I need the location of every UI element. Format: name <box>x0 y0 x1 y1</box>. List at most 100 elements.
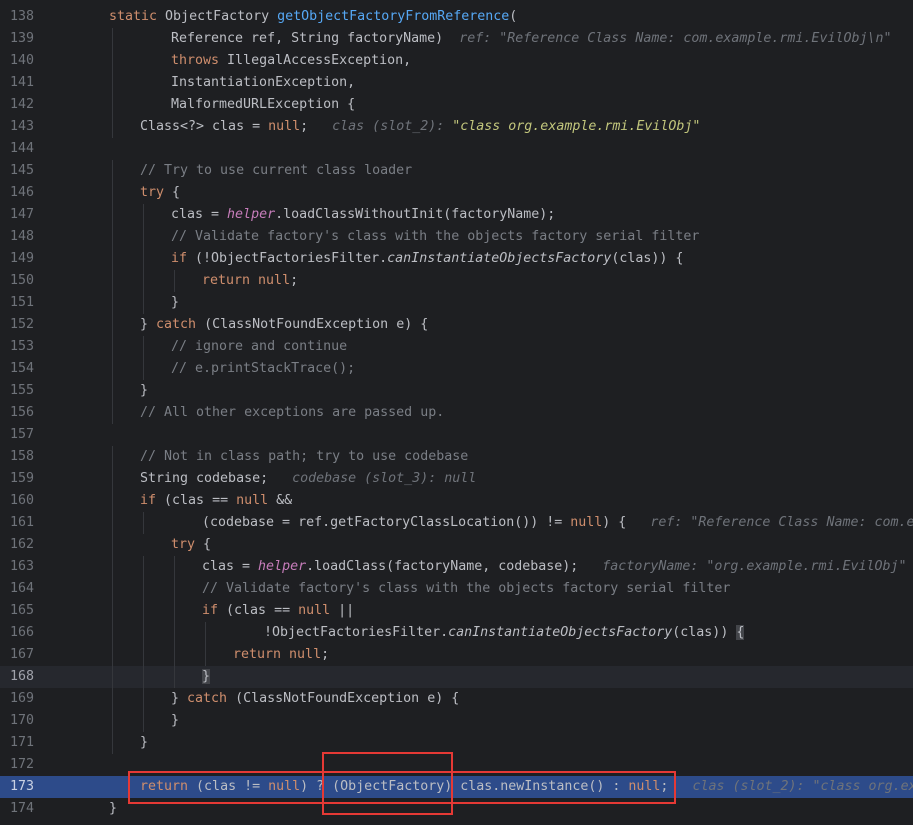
code-token: .loadClass(factoryName, codebase); <box>306 559 579 574</box>
line-number[interactable]: 170 <box>0 710 60 732</box>
code-line[interactable]: 158 // Not in class path; try to use code… <box>0 446 913 468</box>
code-line[interactable]: 152} catch (ClassNotFoundException e) { <box>0 314 913 336</box>
indent-guide <box>112 534 113 556</box>
line-number[interactable]: 148 <box>0 226 60 248</box>
line-number[interactable]: 171 <box>0 732 60 754</box>
line-number[interactable]: 172 <box>0 754 60 776</box>
code-line[interactable]: 170} <box>0 710 913 732</box>
code-line[interactable]: 159 String codebase; codebase (slot_3): n… <box>0 468 913 490</box>
line-number[interactable]: 158 <box>0 446 60 468</box>
line-number[interactable]: 162 <box>0 534 60 556</box>
inline-debug-value: ref: "Reference Class Name: com.example.… <box>443 31 913 46</box>
code-line[interactable]: 174} <box>0 798 913 820</box>
code-line[interactable]: 138 static ObjectFactory getObjectFactory… <box>0 6 913 28</box>
line-number[interactable]: 150 <box>0 270 60 292</box>
line-number[interactable]: 151 <box>0 292 60 314</box>
code-line[interactable]: 150 return null; <box>0 270 913 292</box>
line-number[interactable]: 168 <box>0 666 60 688</box>
indent-guide <box>143 710 144 732</box>
code-token: || <box>338 603 355 618</box>
code-line[interactable]: 167 return null; <box>0 644 913 666</box>
indent-guide <box>143 358 144 380</box>
code-line[interactable]: 163 clas = helper.loadClass(factoryName, … <box>0 556 913 578</box>
code-line[interactable]: 145 // Try to use current class loader <box>0 160 913 182</box>
code-line[interactable]: 141 InstantiationException, <box>0 72 913 94</box>
line-number[interactable]: 156 <box>0 402 60 424</box>
line-number[interactable]: 157 <box>0 424 60 446</box>
line-number[interactable]: 138 <box>0 6 60 28</box>
line-number[interactable]: 165 <box>0 600 60 622</box>
code-line[interactable]: 172 <box>0 754 913 776</box>
code-line[interactable]: 160 if (clas == null && <box>0 490 913 512</box>
code-line[interactable]: 144 <box>0 138 913 160</box>
line-number[interactable]: 169 <box>0 688 60 710</box>
code-line[interactable]: 166 !ObjectFactoriesFilter.canInstantiate… <box>0 622 913 644</box>
code-token: String codebase; <box>140 471 269 486</box>
code-line[interactable]: 165 if (clas == null || <box>0 600 913 622</box>
indent-guide <box>112 116 113 138</box>
code-line[interactable]: 164 // Validate factory's class with the … <box>0 578 913 600</box>
code-line[interactable]: 157 <box>0 424 913 446</box>
code-line[interactable]: 155} <box>0 380 913 402</box>
code-line[interactable]: 156 // All other exceptions are passed up… <box>0 402 913 424</box>
line-number[interactable]: 155 <box>0 380 60 402</box>
code-token: } <box>202 669 211 684</box>
code-line[interactable]: 147 clas = helper.loadClassWithoutInit(fa… <box>0 204 913 226</box>
code-line[interactable]: 173 return (clas != null) ? (ObjectFactor… <box>0 776 913 798</box>
line-number[interactable]: 142 <box>0 94 60 116</box>
code-line[interactable]: 140 throws IllegalAccessException, <box>0 50 913 72</box>
line-number[interactable]: 166 <box>0 622 60 644</box>
line-number[interactable]: 173 <box>0 776 60 798</box>
code-line[interactable]: 171} <box>0 732 913 754</box>
code-line[interactable]: 143 Class<?> clas = null; clas (slot_2): … <box>0 116 913 138</box>
code-line[interactable]: 151} <box>0 292 913 314</box>
code-token: static <box>109 9 166 24</box>
line-number[interactable]: 140 <box>0 50 60 72</box>
line-number[interactable]: 144 <box>0 138 60 160</box>
code-line[interactable]: 139 Reference ref, String factoryName) re… <box>0 28 913 50</box>
indent-guide <box>112 336 113 358</box>
line-number[interactable]: 153 <box>0 336 60 358</box>
code-line[interactable]: 168} <box>0 666 913 688</box>
line-number[interactable]: 139 <box>0 28 60 50</box>
line-number[interactable]: 145 <box>0 160 60 182</box>
line-number[interactable]: 146 <box>0 182 60 204</box>
code-line[interactable]: 148 // Validate factory's class with the … <box>0 226 913 248</box>
code-line[interactable]: 149 if (!ObjectFactoriesFilter.canInstant… <box>0 248 913 270</box>
code-editor[interactable]: 138 static ObjectFactory getObjectFactory… <box>0 0 913 825</box>
code-line[interactable]: 142 MalformedURLException { <box>0 94 913 116</box>
code-line[interactable]: 146 try { <box>0 182 913 204</box>
line-number[interactable]: 174 <box>0 798 60 820</box>
code-line[interactable]: 153 // ignore and continue <box>0 336 913 358</box>
indent-guide <box>112 314 113 336</box>
indent-guide <box>112 468 113 490</box>
line-number[interactable]: 147 <box>0 204 60 226</box>
indent-guide <box>112 50 113 72</box>
line-number[interactable]: 167 <box>0 644 60 666</box>
code-line[interactable]: 154 // e.printStackTrace(); <box>0 358 913 380</box>
line-number[interactable]: 154 <box>0 358 60 380</box>
code-token: return <box>233 647 290 662</box>
indent-guide <box>174 600 175 622</box>
line-number[interactable]: 164 <box>0 578 60 600</box>
indent-guide <box>112 28 113 50</box>
code-text: // e.printStackTrace(); <box>171 358 355 380</box>
indent-guide <box>143 512 144 534</box>
line-number[interactable]: 152 <box>0 314 60 336</box>
line-number[interactable]: 141 <box>0 72 60 94</box>
code-token: Reference ref, String factoryName) <box>171 31 444 46</box>
code-text: } <box>171 710 179 732</box>
line-number[interactable]: 160 <box>0 490 60 512</box>
code-token: (clas == <box>164 493 237 508</box>
code-line[interactable]: 161 (codebase = ref.getFactoryClassLocati… <box>0 512 913 534</box>
line-number[interactable]: 161 <box>0 512 60 534</box>
code-token: null <box>236 493 277 508</box>
indent-guide <box>174 270 175 292</box>
line-number[interactable]: 149 <box>0 248 60 270</box>
line-number[interactable]: 163 <box>0 556 60 578</box>
code-token: Class<?> clas = <box>140 119 269 134</box>
line-number[interactable]: 143 <box>0 116 60 138</box>
code-line[interactable]: 169} catch (ClassNotFoundException e) { <box>0 688 913 710</box>
line-number[interactable]: 159 <box>0 468 60 490</box>
code-line[interactable]: 162 try { <box>0 534 913 556</box>
